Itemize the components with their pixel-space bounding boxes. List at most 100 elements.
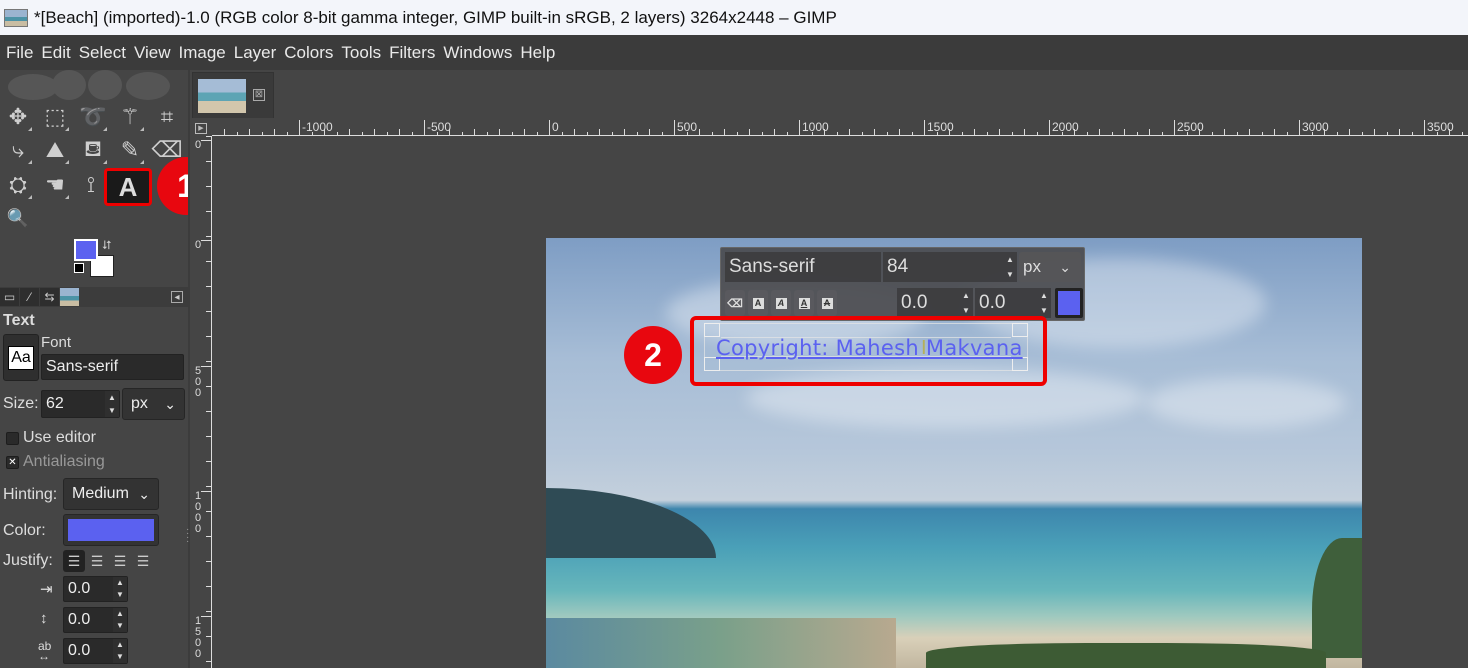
clear-style-button[interactable]: ⌫: [725, 290, 745, 316]
ruler-tick: [1349, 129, 1350, 135]
underline-button[interactable]: A: [794, 290, 814, 316]
menu-view[interactable]: View: [130, 43, 175, 63]
ruler-tick: [624, 129, 625, 135]
ruler-label: 0: [549, 120, 559, 135]
text-color-button[interactable]: [63, 514, 159, 546]
transform-tool-icon[interactable]: ⤷: [3, 135, 33, 165]
ruler-tick: [474, 129, 475, 135]
ruler-tick: [499, 129, 500, 135]
image-thumbnail: [198, 79, 246, 113]
menu-layer[interactable]: Layer: [230, 43, 281, 63]
ruler-tick: [1149, 129, 1150, 135]
font-input[interactable]: Sans-serif: [41, 354, 184, 380]
justify-right-button[interactable]: ☰: [86, 550, 108, 572]
ruler-tick: [874, 129, 875, 135]
ruler-tick: [236, 132, 238, 135]
menu-windows[interactable]: Windows: [439, 43, 516, 63]
default-colors-icon[interactable]: [74, 263, 84, 273]
ruler-tick: [1036, 132, 1038, 135]
ruler-tick: [206, 436, 211, 437]
letter-spacing-spinner[interactable]: ▲ ▼: [113, 639, 127, 663]
menu-select[interactable]: Select: [75, 43, 130, 63]
justify-center-button[interactable]: ☰: [109, 550, 131, 572]
text-tool-button[interactable]: A: [104, 168, 152, 206]
ruler-tick: [206, 586, 211, 587]
justify-fill-button[interactable]: ☰: [132, 550, 154, 572]
size-input[interactable]: 62 ▲ ▼: [41, 390, 120, 418]
menu-image[interactable]: Image: [175, 43, 230, 63]
ruler-label: 0: [194, 239, 202, 251]
move-tool-icon[interactable]: ✥: [3, 102, 33, 132]
size-unit-dropdown[interactable]: px ⌄: [122, 388, 185, 420]
canvas-size-input[interactable]: 84 ▲ ▼: [883, 252, 1017, 282]
images-tab-icon[interactable]: [60, 288, 79, 306]
image-tab[interactable]: ⊠: [192, 72, 274, 118]
ruler-tick: [936, 132, 938, 135]
ruler-tick: [811, 132, 813, 135]
letter-spacing-value: 0.0: [68, 642, 91, 659]
canvas-size-spinner[interactable]: ▲ ▼: [1003, 252, 1017, 282]
horizontal-ruler[interactable]: -1000 -500 0 500 1000 1500 2000 2500 3000 3500: [212, 120, 1468, 136]
close-icon[interactable]: ⊠: [253, 89, 265, 101]
menu-file[interactable]: File: [2, 43, 37, 63]
indent-spinner[interactable]: ▲ ▼: [113, 577, 127, 601]
ruler-tick: [1086, 132, 1088, 135]
menu-filters[interactable]: Filters: [385, 43, 439, 63]
ruler-tick: [449, 129, 450, 135]
panel-resize-grip[interactable]: · · · ·: [186, 525, 189, 547]
canvas-unit-dropdown[interactable]: px ⌄: [1019, 252, 1081, 282]
paintbrush-tool-icon[interactable]: ✎: [115, 135, 145, 165]
quick-mask-toggle-icon[interactable]: ▶: [195, 123, 207, 134]
ruler-tick: [1449, 129, 1450, 135]
baseline-spinner[interactable]: ▲ ▼: [959, 288, 973, 318]
bucket-fill-tool-icon[interactable]: ⛾: [78, 135, 108, 165]
indent-input[interactable]: 0.0 ▲ ▼: [63, 576, 128, 602]
letter-spacing-input[interactable]: 0.0 ▲ ▼: [63, 638, 128, 664]
canvas-font-input[interactable]: Sans-serif: [725, 252, 881, 282]
clone-tool-icon[interactable]: ⛭: [3, 170, 33, 200]
smudge-tool-icon[interactable]: ☚: [40, 170, 70, 200]
font-preview-button[interactable]: Aa: [3, 334, 39, 381]
lasso-tool-icon[interactable]: ➰: [78, 102, 108, 132]
ruler-tick: [1436, 132, 1438, 135]
baseline-input[interactable]: 0.0 ▲ ▼: [897, 288, 973, 318]
ruler-tick: [1024, 129, 1025, 135]
menu-help[interactable]: Help: [516, 43, 559, 63]
ruler-tick: [1074, 129, 1075, 135]
device-status-tab-icon[interactable]: ⁄: [20, 288, 39, 306]
menu-tools[interactable]: Tools: [337, 43, 385, 63]
fuzzy-select-tool-icon[interactable]: ⚚: [115, 102, 145, 132]
kerning-input[interactable]: 0.0 ▲ ▼: [975, 288, 1051, 318]
line-spacing-input[interactable]: 0.0 ▲ ▼: [63, 607, 128, 633]
canvas-size-value: 84: [887, 256, 909, 277]
swap-colors-icon[interactable]: ⮃: [102, 238, 112, 253]
menu-edit[interactable]: Edit: [37, 43, 74, 63]
strikethrough-button[interactable]: A: [817, 290, 837, 316]
ruler-tick: [399, 129, 400, 135]
ruler-tick: [1224, 129, 1225, 135]
zoom-tool-icon[interactable]: 🔍: [3, 203, 33, 233]
ruler-tick: [1374, 129, 1375, 135]
line-spacing-spinner[interactable]: ▲ ▼: [113, 608, 127, 632]
menu-colors[interactable]: Colors: [280, 43, 337, 63]
vertical-ruler[interactable]: 0 0 500 1000 1500: [190, 136, 212, 668]
bold-button[interactable]: A: [748, 290, 768, 316]
undo-history-tab-icon[interactable]: ⇆: [40, 288, 59, 306]
size-spinner[interactable]: ▲ ▼: [105, 391, 119, 417]
kerning-spinner[interactable]: ▲ ▼: [1037, 288, 1051, 318]
crop-tool-icon[interactable]: ⌗: [152, 102, 182, 132]
ruler-label: -500: [424, 120, 451, 135]
foreground-color-swatch[interactable]: [74, 239, 98, 261]
window-title: *[Beach] (imported)-1.0 (RGB color 8-bit…: [34, 7, 837, 27]
antialiasing-checkbox[interactable]: ✕: [6, 456, 19, 469]
warp-tool-icon[interactable]: ⛰: [40, 135, 70, 165]
hinting-dropdown[interactable]: Medium ⌄: [63, 478, 159, 510]
dock-menu-icon[interactable]: ◂: [171, 291, 183, 303]
paths-tool-icon[interactable]: ⟟: [76, 170, 106, 200]
tool-options-tab-icon[interactable]: ▭: [0, 288, 19, 306]
justify-left-button[interactable]: ☰: [63, 550, 85, 572]
italic-button[interactable]: A: [771, 290, 791, 316]
use-editor-checkbox[interactable]: [6, 432, 19, 445]
rect-select-tool-icon[interactable]: ⬚: [40, 102, 70, 132]
canvas-text-color-button[interactable]: [1055, 288, 1083, 318]
